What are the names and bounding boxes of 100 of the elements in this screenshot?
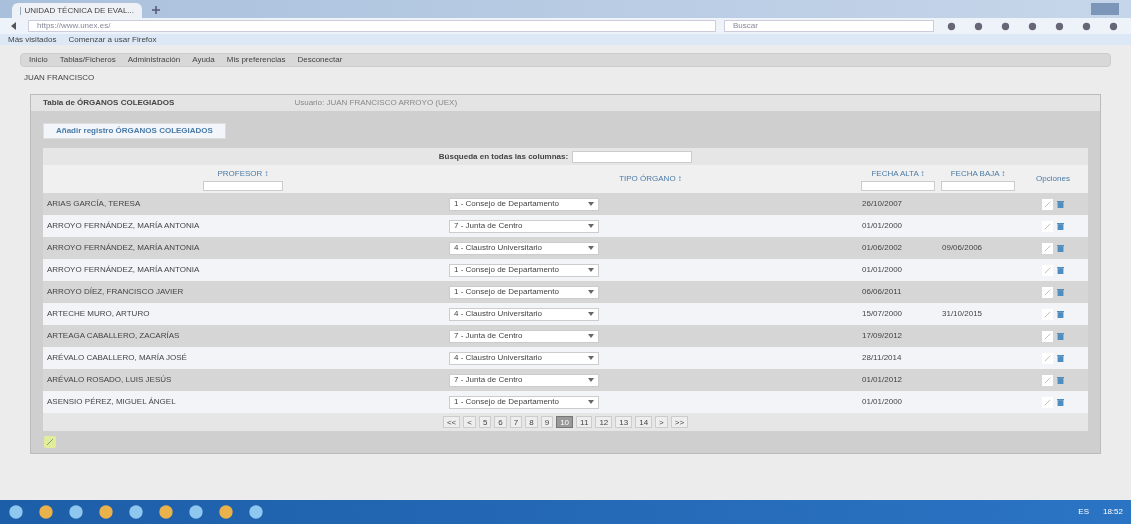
edit-icon[interactable] (1042, 220, 1053, 232)
edit-icon[interactable] (1042, 264, 1053, 276)
organ-select[interactable]: 7 - Junta de Centro (449, 329, 599, 343)
organ-select[interactable]: 4 - Claustro Universitario (449, 351, 599, 365)
trash-icon[interactable] (1057, 221, 1064, 231)
menu-item[interactable]: Ayuda (192, 54, 215, 66)
dropdown-arrow-icon (588, 268, 594, 272)
dropdown-arrow-icon (588, 202, 594, 206)
page-button[interactable]: 12 (595, 416, 613, 428)
menu-item[interactable]: Inicio (29, 54, 48, 66)
column-header[interactable]: FECHA ALTA ↕ (871, 167, 925, 180)
column-filter-field[interactable] (941, 180, 1015, 191)
edit-icon[interactable] (1042, 374, 1053, 386)
user-name: JUAN FRANCISCO (24, 72, 96, 84)
column-header[interactable]: PROFESOR ↕ (217, 167, 269, 180)
organ-select[interactable]: 7 - Junta de Centro (449, 373, 599, 387)
table-cell-text: 15/07/2000 (861, 308, 904, 320)
table-cell-text: 01/01/2000 (861, 264, 904, 276)
search-label: Búsqueda en todas las columnas: (438, 150, 569, 163)
column-header[interactable]: FECHA BAJA ↕ (950, 167, 1006, 180)
global-search-field[interactable] (572, 150, 693, 163)
page-button[interactable]: 8 (525, 416, 538, 428)
edit-icon[interactable] (1042, 396, 1053, 408)
column-filter-field[interactable] (861, 180, 935, 191)
dropdown-arrow-icon (588, 246, 594, 250)
trash-icon[interactable] (1057, 243, 1064, 253)
table-cell-text: 17/09/2012 (861, 330, 904, 342)
trash-icon[interactable] (1057, 309, 1064, 319)
table-cell-text: ARÉVALO ROSADO, LUIS JESÚS (46, 374, 173, 386)
trash-icon[interactable] (1057, 375, 1064, 385)
page-button[interactable]: 6 (494, 416, 507, 428)
table-cell-text: ASENSIO PÉREZ, MIGUEL ÁNGEL (46, 396, 177, 408)
table-cell-text: ARTECHE MURO, ARTURO (46, 308, 151, 320)
page-button[interactable]: 7 (509, 416, 523, 428)
table-cell-text: 01/06/2002 (861, 242, 904, 254)
page-button[interactable]: 5 (478, 416, 492, 428)
table-cell-text: 26/10/2007 (861, 198, 904, 210)
table-cell-text: ARIAS GARCÍA, TERESA (46, 198, 142, 210)
menu-item[interactable]: Administración (127, 54, 181, 66)
edit-icon[interactable] (1042, 308, 1053, 320)
organ-select[interactable]: 1 - Consejo de Departamento (449, 263, 599, 277)
table-cell-text: 06/06/2011 (861, 286, 903, 298)
page-button[interactable]: << (442, 416, 461, 428)
trash-icon[interactable] (1057, 199, 1064, 209)
dropdown-arrow-icon (588, 378, 594, 382)
table-cell-text: 01/01/2000 (861, 396, 904, 408)
new-tab-icon[interactable] (150, 4, 162, 16)
menu-item[interactable]: Mis preferencias (226, 54, 286, 66)
menu-item[interactable]: Tablas/Ficheros (59, 54, 116, 66)
table-cell-text: 09/06/2006 (941, 242, 984, 254)
page-button[interactable]: 9 (540, 416, 554, 428)
edit-icon[interactable] (1042, 330, 1053, 342)
trash-icon[interactable] (1057, 331, 1064, 341)
session-info: Usuario: JUAN FRANCISCO ARROYO (UEX) (294, 97, 458, 109)
dropdown-arrow-icon (588, 312, 594, 316)
edit-icon[interactable] (1042, 352, 1053, 364)
clock: 18:52 (1102, 506, 1123, 518)
page-button[interactable]: < (463, 416, 476, 428)
trash-icon[interactable] (1057, 353, 1064, 363)
edit-icon[interactable] (1042, 198, 1053, 210)
table-cell-text: 28/11/2014 (861, 352, 903, 364)
table-cell-text: ARROYO FERNÁNDEZ, MARÍA ANTONIA (46, 242, 201, 254)
organ-select[interactable]: 1 - Consejo de Departamento (449, 285, 599, 299)
table-cell-text: ARROYO FERNÁNDEZ, MARÍA ANTONIA (46, 264, 201, 276)
organ-select[interactable]: 1 - Consejo de Departamento (449, 197, 599, 211)
organ-select[interactable]: 4 - Claustro Universitario (449, 241, 599, 255)
table-cell-text: 01/01/2012 (861, 374, 904, 386)
search-field[interactable]: Buscar (724, 20, 934, 32)
page-button[interactable]: > (655, 416, 668, 428)
page-button[interactable]: 11 (576, 416, 593, 428)
page-button[interactable]: 14 (635, 416, 653, 428)
export-icon[interactable] (43, 436, 57, 448)
dropdown-arrow-icon (588, 356, 594, 360)
add-record-button[interactable]: Añadir registro ÓRGANOS COLEGIADOS (43, 123, 226, 139)
bookmark-link[interactable]: Más visitados (8, 33, 57, 46)
table-cell-text: ARROYO DÍEZ, FRANCISCO JAVIER (46, 286, 185, 298)
column-filter-field[interactable] (203, 180, 283, 191)
table-cell-text: 31/10/2015 (941, 308, 984, 320)
dropdown-arrow-icon (588, 290, 594, 294)
column-header[interactable]: TIPO ÓRGANO ↕ (619, 173, 682, 185)
trash-icon[interactable] (1057, 287, 1064, 297)
organ-select[interactable]: 7 - Junta de Centro (449, 219, 599, 233)
browser-tab[interactable]: UNIDAD TÉCNICA DE EVAL... (12, 3, 142, 18)
bookmark-link[interactable]: Comenzar a usar Firefox (68, 33, 157, 46)
table-cell-text: ARÉVALO CABALLERO, MARÍA JOSÉ (46, 352, 188, 364)
column-header[interactable]: Opciones (1036, 173, 1070, 185)
page-button[interactable]: 13 (615, 416, 633, 428)
dropdown-arrow-icon (588, 224, 594, 228)
dropdown-arrow-icon (588, 334, 594, 338)
organ-select[interactable]: 1 - Consejo de Departamento (449, 395, 599, 409)
menu-item[interactable]: Desconectar (297, 54, 343, 66)
trash-icon[interactable] (1057, 397, 1064, 407)
organ-select[interactable]: 4 - Claustro Universitario (449, 307, 599, 321)
edit-icon[interactable] (1042, 242, 1053, 254)
language-indicator: ES (1078, 506, 1089, 518)
url-field[interactable]: https://www.unex.es/ (28, 20, 716, 32)
page-button[interactable]: >> (670, 416, 689, 428)
trash-icon[interactable] (1057, 265, 1064, 275)
edit-icon[interactable] (1042, 286, 1053, 298)
dropdown-arrow-icon (588, 400, 594, 404)
